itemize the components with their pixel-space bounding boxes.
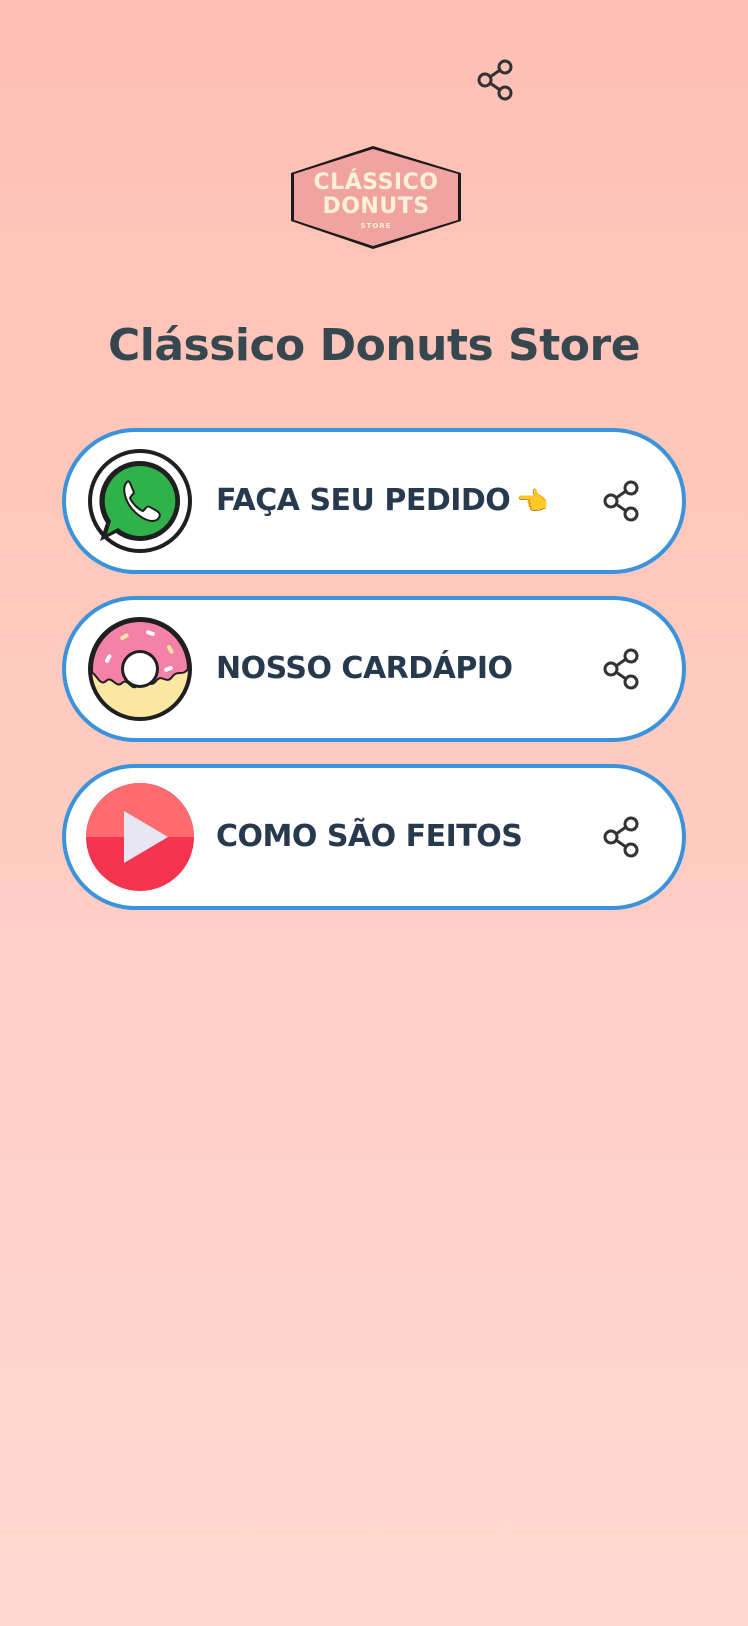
pointing-hand-emoji: 👈 bbox=[516, 487, 549, 517]
page-share-button[interactable] bbox=[470, 54, 522, 106]
share-icon bbox=[603, 480, 639, 522]
whatsapp-icon bbox=[86, 447, 194, 555]
profile-title: Clássico Donuts Store bbox=[107, 320, 641, 371]
share-icon bbox=[477, 59, 513, 101]
store-logo: CLÁSSICO DONUTS STORE bbox=[285, 143, 467, 253]
link-label-how-made: COMO SÃO FEITOS bbox=[216, 819, 523, 854]
link-label-order: FAÇA SEU PEDIDO 👈 bbox=[216, 432, 549, 570]
share-icon bbox=[603, 648, 639, 690]
link-card-menu[interactable]: NOSSO CARDÁPIO bbox=[62, 596, 686, 742]
link-page: CLÁSSICO DONUTS STORE Clássico Donuts St… bbox=[0, 0, 748, 1626]
link-card-how-made[interactable]: COMO SÃO FEITOS bbox=[62, 764, 686, 910]
link-label-menu: NOSSO CARDÁPIO bbox=[216, 651, 513, 686]
link-card-order[interactable]: FAÇA SEU PEDIDO 👈 bbox=[62, 428, 686, 574]
play-icon bbox=[86, 783, 194, 891]
link-share-button-menu[interactable] bbox=[598, 645, 646, 693]
logo-line-3: STORE bbox=[360, 222, 392, 230]
logo-line-2: DONUTS bbox=[322, 194, 430, 219]
link-share-button-how-made[interactable] bbox=[598, 813, 646, 861]
link-share-button-order[interactable] bbox=[598, 477, 646, 525]
share-icon bbox=[603, 816, 639, 858]
donut-icon bbox=[86, 615, 194, 723]
link-label-order-text: FAÇA SEU PEDIDO bbox=[216, 483, 511, 518]
logo-line-1: CLÁSSICO bbox=[313, 170, 439, 195]
